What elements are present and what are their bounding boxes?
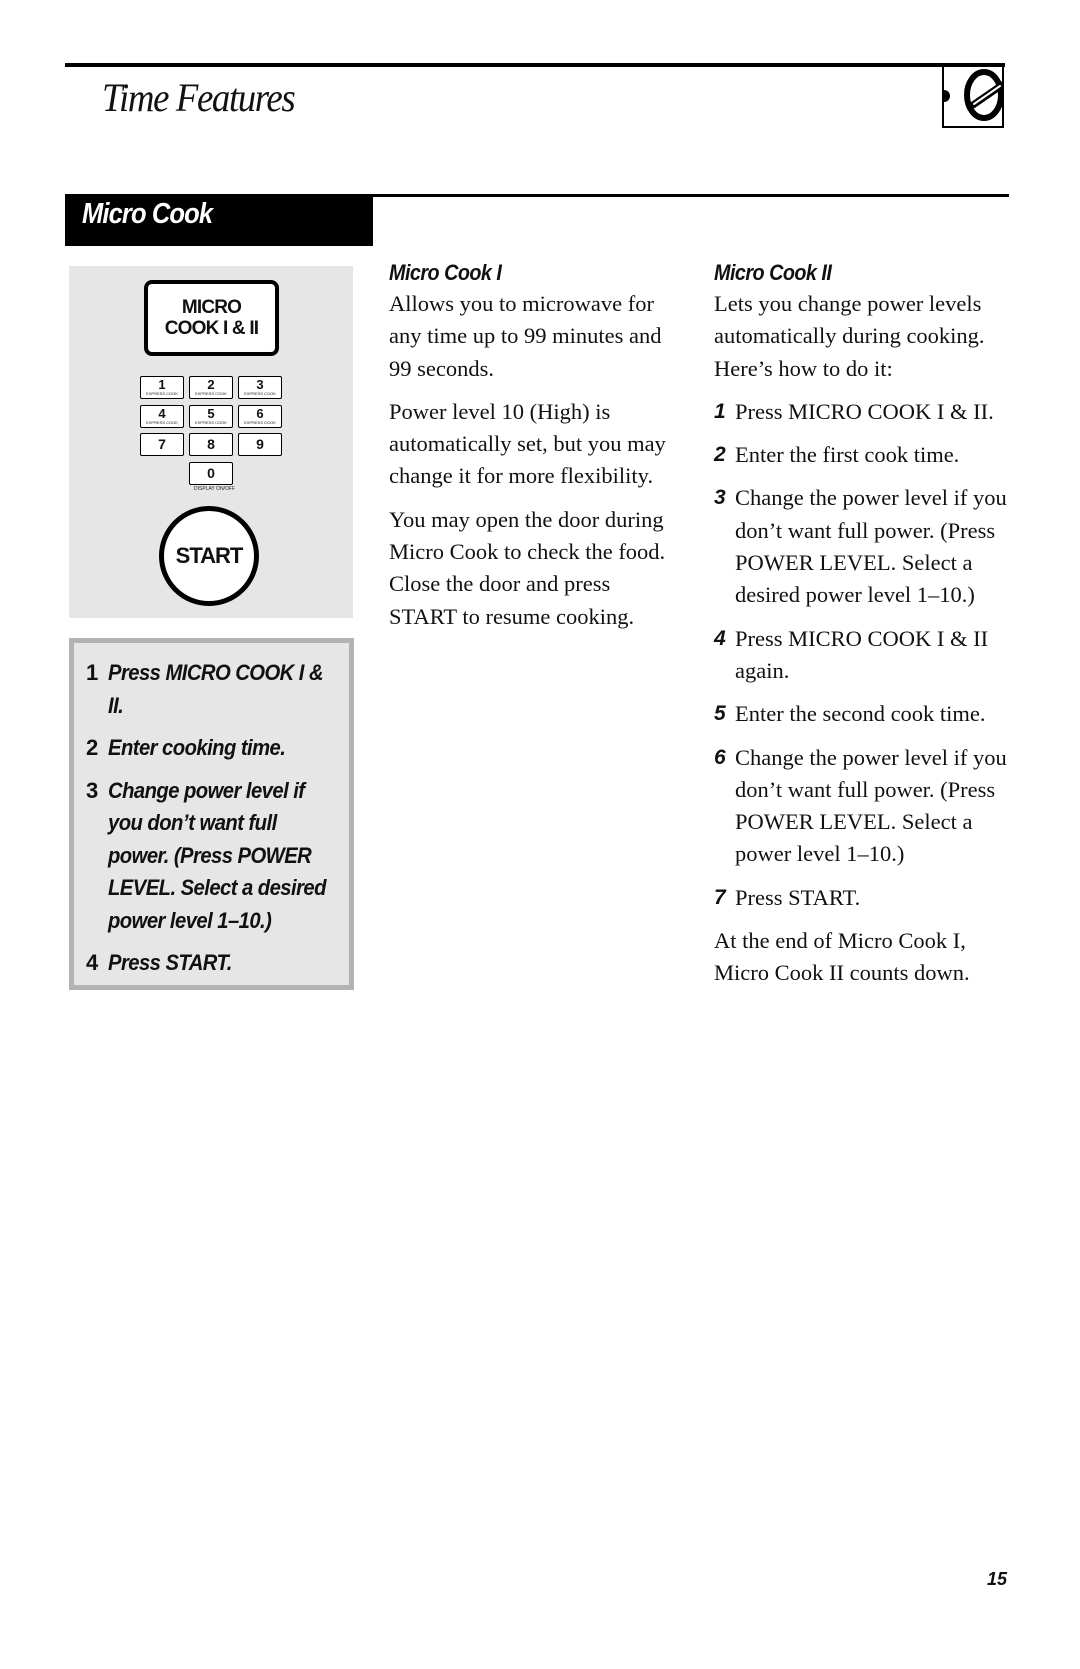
step-text: Enter the second cook time.: [735, 701, 986, 727]
micro-cook-2-step: 6 Change the power level if you don’t wan…: [714, 742, 1014, 871]
key-number: 1: [158, 377, 166, 392]
step-number: 4: [714, 626, 726, 650]
step-text: Press START.: [108, 950, 232, 975]
micro-cook-2-step: 7 Press START.: [714, 882, 1014, 914]
key-number: 3: [256, 377, 264, 392]
start-button[interactable]: START: [159, 506, 259, 606]
page-title: Time Features: [102, 75, 296, 120]
key-number: 2: [207, 377, 215, 392]
keypad-key-6[interactable]: 6 EXPRESS COOK: [238, 404, 282, 428]
key-sublabel: EXPRESS COOK: [244, 391, 276, 396]
micro-cook-2-steps: 1 Press MICRO COOK I & II. 2 Enter the firs…: [714, 396, 1014, 914]
key-sublabel: EXPRESS COOK: [195, 391, 227, 396]
keypad-key-8[interactable]: 8: [189, 433, 233, 456]
step-number: 6: [714, 745, 726, 769]
keypad-key-2[interactable]: 2 EXPRESS COOK: [189, 376, 233, 399]
quick-step: 2 Enter cooking time.: [86, 732, 349, 765]
quick-step: 1 Press MICRO COOK I & II.: [86, 657, 349, 722]
key-number: 9: [256, 436, 264, 452]
micro-cook-2-step: 2 Enter the first cook time.: [714, 439, 1014, 471]
step-text: Press MICRO COOK I & II again.: [735, 625, 989, 683]
key-number: 4: [158, 405, 166, 421]
micro-cook-1-heading: Micro Cook I: [389, 260, 502, 285]
micro-cook-2-step: 3 Change the power level if you don’t wan…: [714, 482, 1014, 611]
step-number: 1: [86, 660, 98, 685]
clock-dial-icon: [942, 63, 1004, 128]
step-number: 3: [86, 777, 98, 803]
micro-cook-2-step: 4 Press MICRO COOK I & II again.: [714, 623, 1014, 688]
step-text: Press MICRO COOK I & II.: [735, 398, 994, 424]
key-number: 0: [207, 464, 215, 481]
micro-cook-2-step: 1 Press MICRO COOK I & II.: [714, 396, 1014, 428]
keypad-key-0[interactable]: 0: [189, 461, 233, 485]
paragraph: Allows you to microwave for any time up …: [389, 291, 662, 381]
step-number: 3: [714, 486, 726, 510]
paragraph: Power level 10 (High) is automatically s…: [389, 398, 666, 489]
header-rule: [65, 63, 1005, 67]
intro-paragraph: Lets you change power levels automatical…: [714, 291, 985, 381]
key-sublabel: EXPRESS COOK: [146, 419, 178, 425]
quick-step: 3 Change power level if you don’t want fu…: [86, 775, 349, 938]
keypad-key-5[interactable]: 5 EXPRESS COOK: [189, 404, 233, 428]
micro-cook-2-heading: Micro Cook II: [714, 260, 832, 285]
step-text: Change power level if you don’t want ful…: [108, 777, 326, 933]
key-sublabel: EXPRESS COOK: [195, 419, 227, 425]
keypad-illustration: MICRO COOK I & II 1 EXPRESS COOK 2 EXPRESS …: [69, 266, 353, 618]
micro-cook-button-line-2: COOK I & II: [164, 318, 259, 339]
page-number: 15: [987, 1569, 1008, 1589]
step-number: 1: [714, 399, 726, 423]
closing-paragraph: At the end of Micro Cook I, Micro Cook I…: [714, 928, 970, 986]
micro-cook-2-step: 5 Enter the second cook time.: [714, 698, 1014, 730]
key-number: 8: [207, 436, 215, 452]
quick-steps-box: 1 Press MICRO COOK I & II. 2 Enter cooking …: [69, 638, 354, 990]
step-text: Enter the first cook time.: [735, 442, 960, 468]
key-sublabel: EXPRESS COOK: [146, 391, 178, 396]
step-text: Change the power level if you don’t want…: [735, 744, 1007, 867]
step-number: 2: [86, 735, 98, 760]
key-number: 7: [158, 436, 166, 452]
step-number: 2: [714, 443, 726, 467]
display-onoff-caption: DISPLAY ON/OFF: [194, 485, 235, 492]
micro-cook-button[interactable]: MICRO COOK I & II: [144, 280, 279, 356]
key-number: 5: [207, 405, 215, 421]
step-text: Enter cooking time.: [108, 735, 286, 760]
step-text: Press MICRO COOK I & II.: [108, 660, 324, 718]
section-title: Micro Cook: [82, 198, 213, 230]
step-number: 4: [86, 950, 98, 975]
step-text: Press START.: [735, 884, 861, 910]
micro-cook-1-column: Micro Cook I Allows you to microwave for…: [389, 258, 669, 644]
step-number: 5: [714, 702, 726, 726]
paragraph: You may open the door during Micro Cook …: [389, 506, 666, 629]
key-sublabel: EXPRESS COOK: [244, 419, 276, 425]
key-number: 6: [256, 405, 264, 421]
keypad-key-1[interactable]: 1 EXPRESS COOK: [140, 376, 184, 399]
micro-cook-button-line-1: MICRO: [181, 297, 242, 318]
step-number: 7: [714, 885, 726, 909]
keypad-key-4[interactable]: 4 EXPRESS COOK: [140, 404, 184, 428]
keypad-key-9[interactable]: 9: [238, 433, 282, 456]
micro-cook-2-column: Micro Cook II Lets you change power leve…: [714, 258, 1014, 1001]
keypad-key-3[interactable]: 3 EXPRESS COOK: [238, 376, 282, 399]
keypad-key-7[interactable]: 7: [140, 433, 184, 456]
quick-step: 4 Press START.: [86, 947, 349, 980]
step-text: Change the power level if you don’t want…: [735, 485, 1007, 608]
